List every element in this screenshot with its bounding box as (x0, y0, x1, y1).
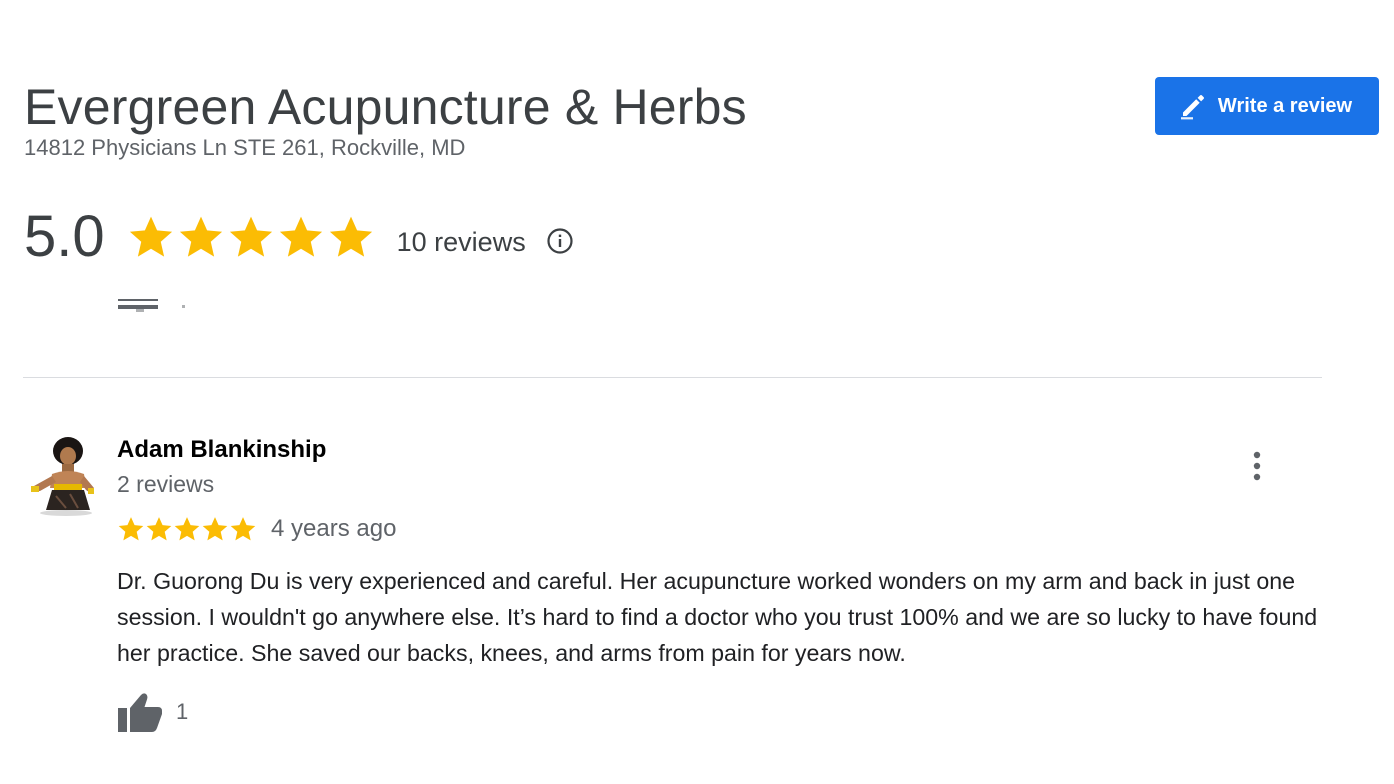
star-icon (118, 517, 144, 541)
write-review-button[interactable]: Write a review (1155, 77, 1379, 135)
thumb-up-icon[interactable] (117, 690, 163, 734)
business-header: Evergreen Acupuncture & Herbs 14812 Phys… (24, 76, 747, 162)
reviewer-review-count: 2 reviews (117, 471, 215, 497)
star-icon (174, 517, 200, 541)
like-row: 1 (117, 690, 188, 734)
star-icon (179, 216, 222, 257)
reviewer-name[interactable]: Adam Blankinship (117, 436, 326, 464)
star-icon (129, 216, 172, 257)
star-icon (146, 517, 172, 541)
review-rating: 4 years ago (117, 515, 396, 543)
rating-stars (127, 213, 375, 261)
star-icon (202, 517, 228, 541)
more-vert-icon[interactable] (1244, 448, 1270, 484)
review-stars (117, 515, 257, 543)
rating-value: 5.0 (24, 204, 105, 269)
business-address: 14812 Physicians Ln STE 261, Rockville, … (24, 135, 466, 160)
review-date: 4 years ago (271, 515, 397, 542)
star-icon (229, 216, 272, 257)
review-text: Dr. Guorong Du is very experienced and c… (117, 568, 1318, 666)
divider (23, 377, 1322, 378)
like-count: 1 (176, 699, 189, 724)
write-review-label: Write a review (1217, 94, 1353, 117)
star-icon (329, 216, 372, 257)
star-icon (230, 517, 256, 541)
avatar[interactable] (26, 434, 100, 516)
business-name: Evergreen Acupuncture & Herbs (24, 79, 747, 135)
star-icon (279, 216, 322, 257)
pencil-icon (1178, 91, 1208, 121)
info-icon[interactable] (546, 227, 574, 255)
reviews-count[interactable]: 10 reviews (397, 227, 526, 258)
sort-icon[interactable] (116, 299, 188, 315)
overall-rating: 5.0 10 reviews (24, 204, 574, 270)
